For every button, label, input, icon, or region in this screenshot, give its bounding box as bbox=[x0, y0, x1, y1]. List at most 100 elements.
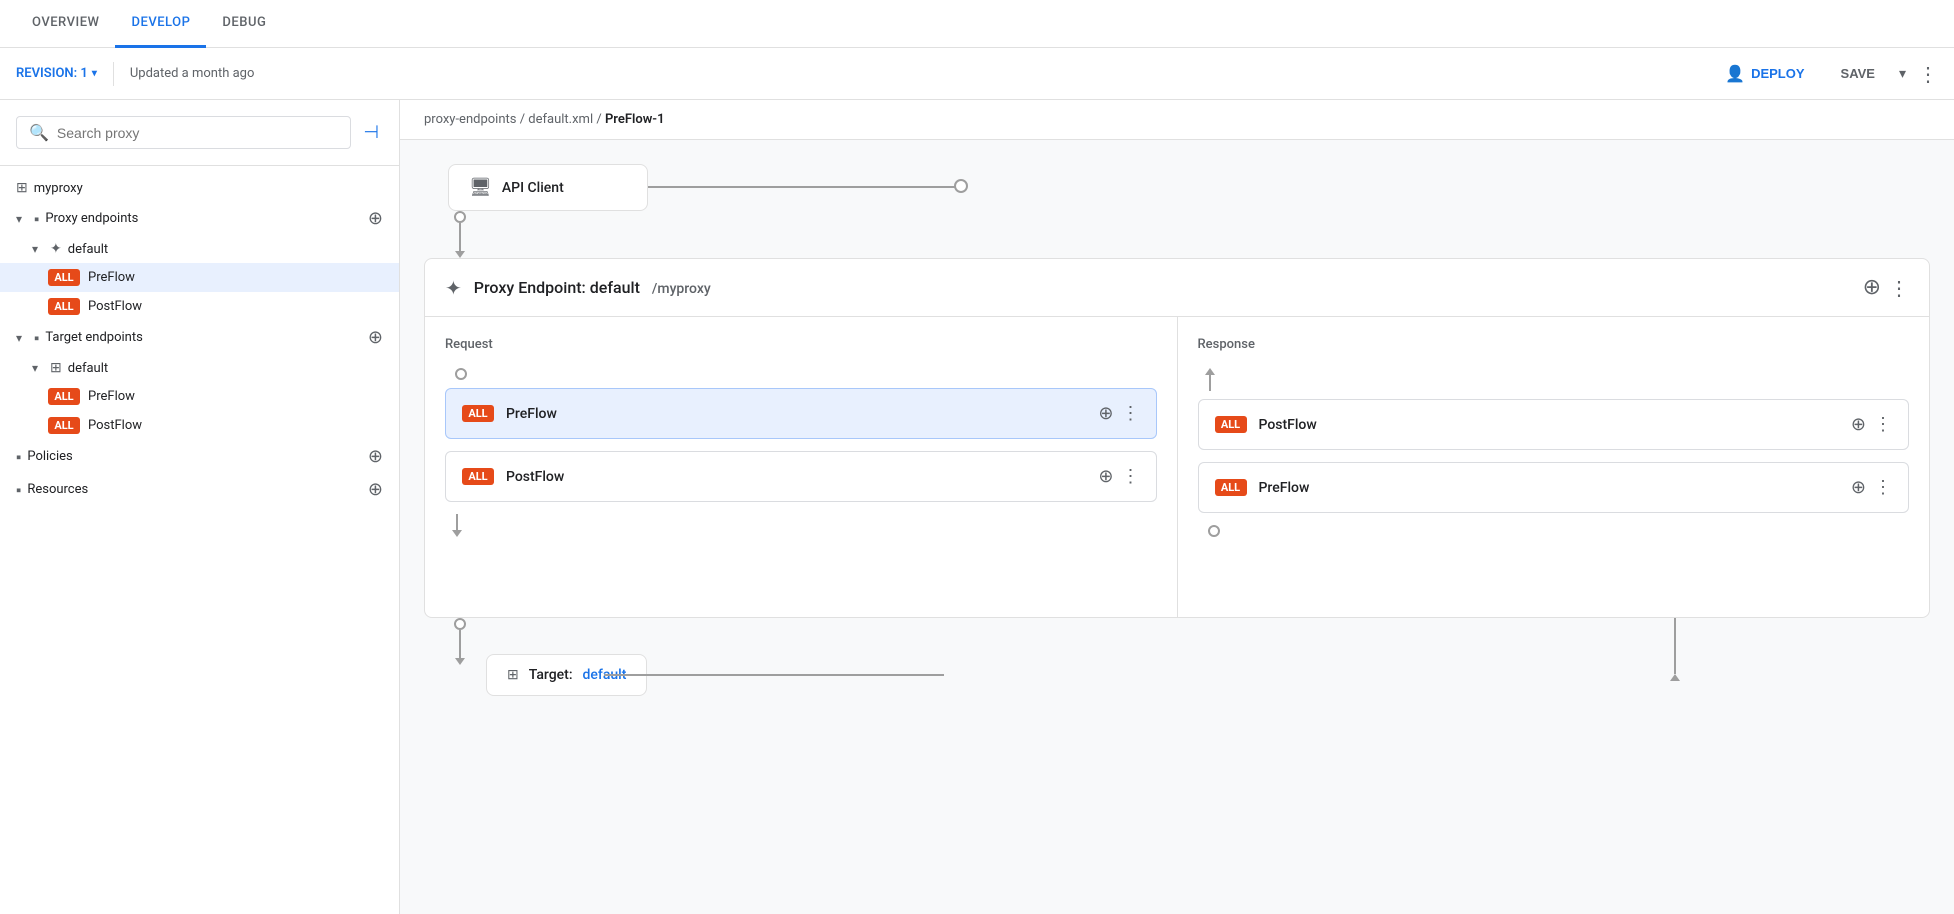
res-postflow-add-icon[interactable]: ⊕ bbox=[1851, 414, 1866, 435]
req-bottom-line bbox=[459, 630, 461, 658]
res-col-top-connector bbox=[1198, 368, 1910, 391]
response-col-title: Response bbox=[1198, 337, 1910, 352]
breadcrumb: proxy-endpoints / default.xml / PreFlow-… bbox=[400, 100, 1954, 140]
req-postflow-icons: ⊕ ⋮ bbox=[1098, 466, 1139, 487]
save-button[interactable]: SAVE bbox=[1829, 60, 1887, 87]
res-col-top-line bbox=[1209, 375, 1211, 391]
expand-default-target-icon: ▾ bbox=[32, 361, 44, 375]
proxy-endpoint-header: ✦ Proxy Endpoint: default /myproxy ⊕ ⋮ bbox=[425, 259, 1929, 317]
proxy-endpoints-label: Proxy endpoints bbox=[45, 211, 362, 226]
preflow-target-label: PreFlow bbox=[88, 389, 135, 404]
proxy-endpoint-title-text: Proxy Endpoint: default bbox=[474, 278, 640, 297]
canvas: proxy-endpoints / default.xml / PreFlow-… bbox=[400, 100, 1954, 914]
sidebar: 🔍 ⊣ ⊞ myproxy ▾ ▪ Proxy endpoints ⊕ ▾ bbox=[0, 100, 400, 914]
breadcrumb-current: PreFlow-1 bbox=[605, 112, 665, 127]
resources-label: Resources bbox=[27, 482, 362, 497]
monitor-icon: 🖥 bbox=[469, 177, 492, 198]
grid-target-icon: ⊞ bbox=[50, 360, 62, 376]
req-postflow-card[interactable]: ALL PostFlow ⊕ ⋮ bbox=[445, 451, 1157, 502]
sidebar-item-postflow-proxy[interactable]: ALL PostFlow bbox=[0, 292, 399, 321]
tab-develop[interactable]: DEVELOP bbox=[115, 0, 206, 48]
grid-icon: ⊞ bbox=[16, 180, 28, 196]
sidebar-item-proxy-endpoints[interactable]: ▾ ▪ Proxy endpoints ⊕ bbox=[0, 202, 399, 235]
res-preflow-add-icon[interactable]: ⊕ bbox=[1851, 477, 1866, 498]
res-postflow-card[interactable]: ALL PostFlow ⊕ ⋮ bbox=[1198, 399, 1910, 450]
breadcrumb-path: proxy-endpoints / default.xml / bbox=[424, 112, 605, 127]
default-target-label: default bbox=[68, 361, 383, 376]
res-col-bottom-circle bbox=[1208, 525, 1220, 537]
proxy-endpoint-header-icons: ⊕ ⋮ bbox=[1863, 275, 1909, 300]
req-bottom-connector bbox=[454, 618, 466, 665]
sidebar-item-default-target[interactable]: ▾ ⊞ default bbox=[0, 354, 399, 382]
req-top-connector bbox=[454, 211, 466, 258]
req-postflow-name: PostFlow bbox=[506, 469, 1086, 485]
deploy-label: DEPLOY bbox=[1751, 66, 1804, 81]
req-bottom-arrow bbox=[455, 658, 465, 665]
req-col-bottom-line bbox=[456, 514, 458, 530]
expand-default-proxy-icon: ▾ bbox=[32, 242, 44, 256]
res-preflow-more-icon[interactable]: ⋮ bbox=[1874, 477, 1892, 498]
req-preflow-card[interactable]: ALL PreFlow ⊕ ⋮ bbox=[445, 388, 1157, 439]
req-postflow-add-icon[interactable]: ⊕ bbox=[1098, 466, 1113, 487]
more-vert-icon[interactable]: ⋮ bbox=[1918, 62, 1938, 86]
req-col-top-circle bbox=[455, 368, 467, 380]
req-bottom-circle bbox=[454, 618, 466, 630]
collapse-sidebar-button[interactable]: ⊣ bbox=[359, 118, 383, 147]
target-response-line bbox=[604, 674, 944, 676]
folder-policies-icon: ▪ bbox=[16, 448, 21, 466]
search-bar: 🔍 ⊣ bbox=[0, 100, 399, 166]
postflow-proxy-badge: ALL bbox=[48, 298, 80, 315]
add-resource-icon[interactable]: ⊕ bbox=[368, 479, 383, 500]
target-endpoints-label: Target endpoints bbox=[45, 330, 362, 345]
res-preflow-icons: ⊕ ⋮ bbox=[1851, 477, 1892, 498]
res-postflow-more-icon[interactable]: ⋮ bbox=[1874, 414, 1892, 435]
sidebar-item-preflow-proxy[interactable]: ALL PreFlow bbox=[0, 263, 399, 292]
tab-debug[interactable]: DEBUG bbox=[206, 0, 282, 48]
postflow-proxy-label: PostFlow bbox=[88, 299, 142, 314]
res-bottom-arrow bbox=[1670, 674, 1680, 681]
proxy-endpoint-path: /myproxy bbox=[652, 281, 711, 297]
save-dropdown-icon[interactable]: ▾ bbox=[1899, 66, 1906, 82]
deploy-button[interactable]: 👤 DEPLOY bbox=[1713, 58, 1816, 90]
request-column: Request ALL PreFlow ⊕ ⋮ bbox=[425, 317, 1178, 617]
revision-label: REVISION: 1 bbox=[16, 66, 88, 81]
res-postflow-name: PostFlow bbox=[1259, 417, 1839, 433]
req-postflow-more-icon[interactable]: ⋮ bbox=[1122, 466, 1140, 487]
add-target-endpoint-icon[interactable]: ⊕ bbox=[368, 327, 383, 348]
proxy-endpoint-card: ✦ Proxy Endpoint: default /myproxy ⊕ ⋮ R… bbox=[424, 258, 1930, 618]
req-top-arrow bbox=[455, 251, 465, 258]
sidebar-item-target-endpoints[interactable]: ▾ ▪ Target endpoints ⊕ bbox=[0, 321, 399, 354]
preflow-target-badge: ALL bbox=[48, 388, 80, 405]
res-col-bottom-connector bbox=[1198, 525, 1910, 537]
add-policy-icon[interactable]: ⊕ bbox=[368, 446, 383, 467]
search-input[interactable] bbox=[57, 125, 338, 141]
sidebar-item-postflow-target[interactable]: ALL PostFlow bbox=[0, 411, 399, 440]
sidebar-item-resources[interactable]: ▪ Resources ⊕ bbox=[0, 473, 399, 506]
crosshair-icon: ✦ bbox=[50, 241, 62, 257]
tab-overview[interactable]: OVERVIEW bbox=[16, 0, 115, 48]
sidebar-item-policies[interactable]: ▪ Policies ⊕ bbox=[0, 440, 399, 473]
api-client-section: 🖥 API Client bbox=[424, 164, 1930, 211]
request-col-title: Request bbox=[445, 337, 1157, 352]
toolbar-right: 👤 DEPLOY SAVE ▾ ⋮ bbox=[1713, 58, 1938, 90]
search-input-wrap[interactable]: 🔍 bbox=[16, 116, 351, 149]
res-preflow-card[interactable]: ALL PreFlow ⊕ ⋮ bbox=[1198, 462, 1910, 513]
sidebar-item-preflow-target[interactable]: ALL PreFlow bbox=[0, 382, 399, 411]
res-preflow-name: PreFlow bbox=[1259, 480, 1839, 496]
revision-badge[interactable]: REVISION: 1 ▾ bbox=[16, 66, 97, 81]
postflow-target-label: PostFlow bbox=[88, 418, 142, 433]
sidebar-proxy-name: myproxy bbox=[34, 181, 83, 196]
api-client-box: 🖥 API Client bbox=[448, 164, 648, 211]
api-client-circle bbox=[954, 179, 968, 193]
sidebar-item-default-proxy[interactable]: ▾ ✦ default bbox=[0, 235, 399, 263]
sidebar-item-myproxy[interactable]: ⊞ myproxy bbox=[0, 174, 399, 202]
req-preflow-add-icon[interactable]: ⊕ bbox=[1098, 403, 1113, 424]
proxy-endpoint-body: Request ALL PreFlow ⊕ ⋮ bbox=[425, 317, 1929, 617]
add-flow-icon[interactable]: ⊕ bbox=[1863, 275, 1881, 300]
req-top-circle bbox=[454, 211, 466, 223]
crosshair-header-icon: ✦ bbox=[445, 276, 462, 300]
req-postflow-badge: ALL bbox=[462, 468, 494, 485]
req-preflow-more-icon[interactable]: ⋮ bbox=[1122, 403, 1140, 424]
add-proxy-endpoint-icon[interactable]: ⊕ bbox=[368, 208, 383, 229]
proxy-endpoint-more-icon[interactable]: ⋮ bbox=[1889, 276, 1909, 300]
